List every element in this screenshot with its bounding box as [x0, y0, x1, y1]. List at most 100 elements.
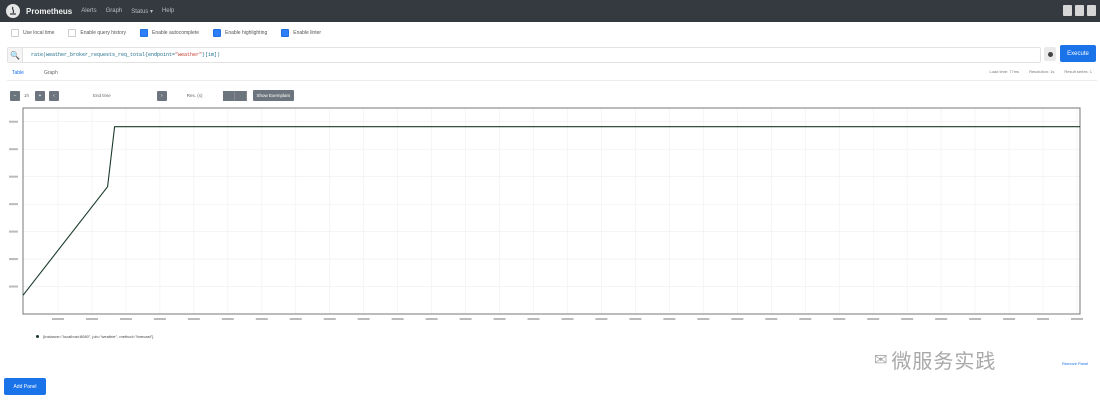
option-highlighting[interactable]: Enable highlighting: [212, 29, 268, 37]
option-local-time[interactable]: Use local time: [11, 29, 54, 37]
x-tick-label: [323, 318, 336, 320]
x-tick-label: [595, 318, 608, 320]
chart-grid: [23, 108, 1080, 314]
tab-graph[interactable]: Graph: [44, 70, 58, 76]
y-tick-label: [9, 203, 18, 206]
x-tick-label: [85, 318, 98, 320]
x-tick-label: [663, 318, 676, 320]
plot-frame: [22, 107, 1081, 315]
option-label: Enable autocomplete: [152, 30, 199, 36]
range-increase-button[interactable]: +: [35, 90, 46, 101]
time-back-button[interactable]: ‹: [49, 90, 60, 101]
series-line[interactable]: [22, 126, 1080, 296]
theme-light-icon[interactable]: [1063, 5, 1072, 16]
add-panel-button[interactable]: Add Panel: [4, 378, 46, 395]
x-tick-label: [391, 318, 404, 320]
x-tick-label: [765, 318, 778, 320]
x-tick-label: [901, 318, 914, 320]
x-tick-label: [1003, 318, 1016, 320]
x-tick-label: [119, 318, 132, 320]
x-tick-label: [425, 318, 438, 320]
top-navbar: Prometheus Alerts Graph Status ▾ Help: [0, 0, 1100, 22]
x-tick-label: [493, 318, 506, 320]
panel-info: Load time: 77ms Resolution: 1s Result se…: [989, 69, 1092, 74]
x-tick-label: [459, 318, 472, 320]
x-tick-label: [935, 318, 948, 320]
option-label: Enable highlighting: [224, 30, 268, 36]
x-tick-label: [255, 318, 268, 320]
x-tick-label: [731, 318, 744, 320]
x-tick-label: [52, 318, 64, 320]
x-tick-label: [1071, 318, 1083, 320]
resolution-input[interactable]: Res. (s): [187, 93, 203, 98]
tab-table[interactable]: Table: [12, 70, 24, 76]
chart-type-toggle: [222, 90, 247, 101]
x-tick-label: [289, 318, 302, 320]
nav-status[interactable]: Status ▾: [131, 8, 153, 15]
x-tick-label: [187, 318, 200, 320]
metrics-explorer-button[interactable]: [1044, 47, 1056, 61]
y-tick-label: [9, 120, 18, 123]
range-decrease-button[interactable]: −: [10, 90, 20, 101]
checkbox[interactable]: [11, 29, 19, 37]
checkbox[interactable]: [68, 29, 77, 37]
theme-auto-icon[interactable]: [1087, 5, 1096, 16]
x-tick-label: [357, 318, 370, 320]
unstacked-button[interactable]: [222, 90, 235, 101]
x-tick-label: [1037, 318, 1050, 320]
time-forward-button[interactable]: ›: [156, 90, 167, 101]
stacked-button[interactable]: [234, 90, 247, 101]
wechat-icon: ✉: [874, 351, 888, 369]
x-tick-label: [629, 318, 642, 320]
range-input[interactable]: 1h: [24, 93, 29, 98]
option-linter[interactable]: Enable linter: [281, 29, 321, 37]
load-time: Load time: 77ms: [989, 69, 1020, 74]
graph-chart: [9, 107, 1083, 320]
x-tick-label: [153, 318, 166, 320]
execute-button[interactable]: Execute: [1060, 45, 1096, 62]
checkbox[interactable]: [212, 29, 221, 37]
checkbox[interactable]: [281, 29, 290, 37]
option-label: Enable query history: [80, 30, 126, 36]
theme-dark-icon[interactable]: [1075, 5, 1084, 16]
prometheus-logo-icon[interactable]: [6, 4, 20, 18]
expression-text[interactable]: rate(weather_broker_requests_req_total{e…: [31, 52, 220, 58]
y-tick-label: [9, 148, 18, 151]
expr-suffix: }[1m]): [202, 52, 221, 58]
nav-graph[interactable]: Graph: [106, 8, 123, 14]
x-tick-label: [561, 318, 574, 320]
result-series: Result series: 1: [1064, 69, 1092, 74]
y-tick-label: [9, 258, 18, 261]
expression-input[interactable]: 🔍 rate(weather_broker_requests_req_total…: [7, 47, 1041, 63]
nav-right-controls: [1063, 5, 1096, 16]
option-label: Enable linter: [293, 30, 322, 36]
x-axis-ticks: [52, 318, 1083, 320]
end-time-input[interactable]: End time: [93, 93, 111, 98]
x-tick-label: [969, 318, 982, 320]
panel-tabs: Table Graph: [12, 70, 78, 76]
x-tick-label: [867, 318, 880, 320]
nav-alerts[interactable]: Alerts: [81, 8, 96, 14]
watermark-text: 微服务实践: [891, 349, 997, 373]
resolution: Resolution: 1s: [1029, 69, 1055, 74]
option-label: Use local time: [23, 30, 55, 36]
y-tick-label: [9, 175, 18, 178]
y-tick-label: [9, 230, 18, 233]
x-tick-label: [221, 318, 234, 320]
show-exemplars-button[interactable]: Show Exemplars: [252, 90, 295, 101]
remove-panel-link[interactable]: Remove Panel: [1062, 361, 1088, 366]
expr-string: "weather": [175, 52, 203, 58]
legend-series-label[interactable]: {instance="localhost:8080", job="weather…: [43, 334, 153, 339]
option-autocomplete[interactable]: Enable autocomplete: [140, 29, 199, 37]
watermark: ✉ 微服务实践: [874, 345, 996, 374]
option-query-history[interactable]: Enable query history: [68, 29, 126, 37]
nav-help[interactable]: Help: [162, 8, 174, 14]
legend: {instance="localhost:8080", job="weather…: [36, 334, 153, 339]
brand-name[interactable]: Prometheus: [26, 7, 72, 16]
x-tick-label: [527, 318, 540, 320]
search-icon: 🔍: [8, 48, 23, 62]
tab-divider: [7, 80, 1097, 81]
graph-controls: − 1h + ‹ End time › Res. (s) Show Exempl…: [10, 90, 295, 101]
globe-icon: [1047, 51, 1053, 57]
checkbox[interactable]: [140, 29, 148, 37]
